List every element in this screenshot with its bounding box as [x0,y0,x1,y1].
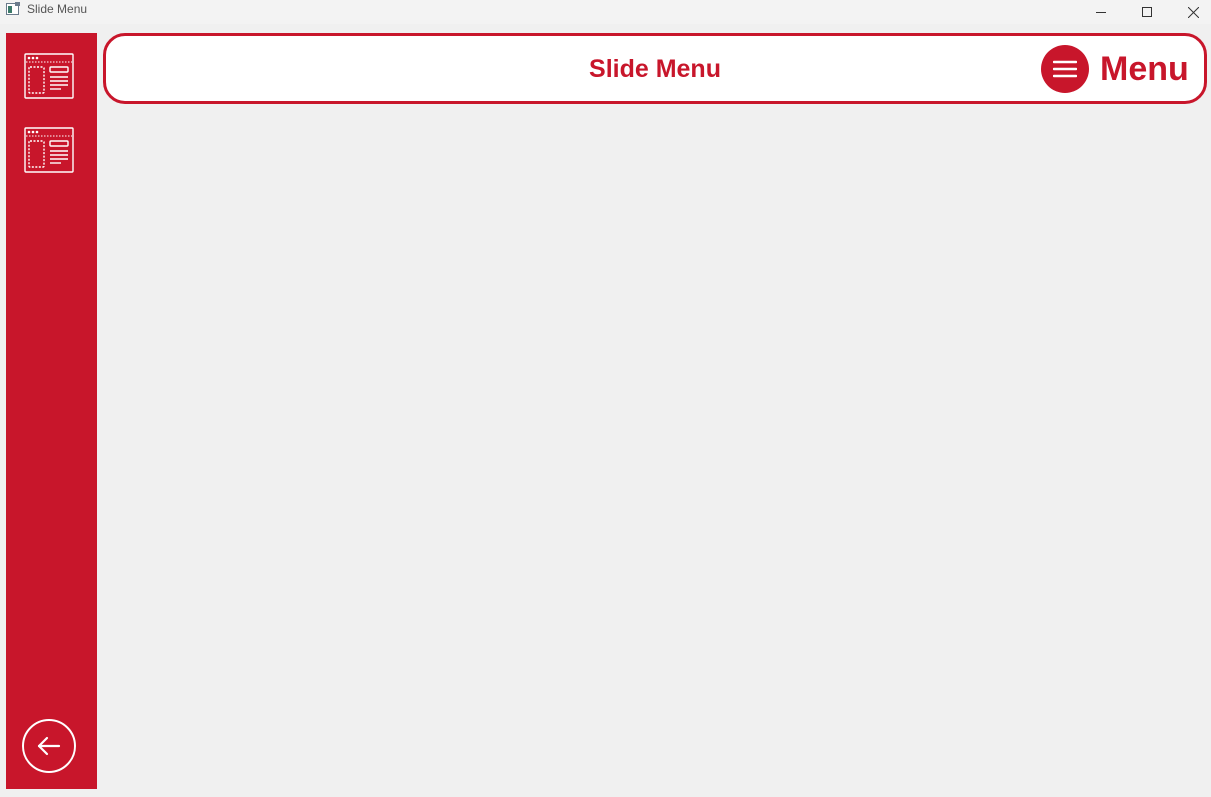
sidebar [6,33,97,789]
window-title: Slide Menu [27,2,88,16]
menu-button[interactable]: Menu [1041,45,1189,93]
layout-panel-icon [24,127,74,173]
arrow-left-icon [37,736,61,756]
app-icon [6,2,20,15]
maximize-button[interactable] [1124,0,1170,24]
header-bar: Slide Menu Menu [103,33,1207,104]
close-icon [1187,6,1199,18]
main-content [103,110,1207,789]
maximize-icon [1142,7,1152,17]
hamburger-icon [1053,60,1077,78]
minimize-icon [1096,12,1106,13]
sidebar-item-1[interactable] [24,53,74,99]
title-bar: Slide Menu [0,0,1211,24]
app-window: Slide Menu Slide Menu Menu [0,0,1211,797]
sidebar-item-2[interactable] [24,127,74,173]
close-button[interactable] [1170,0,1211,24]
minimize-button[interactable] [1078,0,1124,24]
layout-panel-icon [24,53,74,99]
menu-circle [1041,45,1089,93]
page-title: Slide Menu [589,55,721,83]
menu-label: Menu [1100,50,1189,88]
back-button[interactable] [22,719,76,773]
